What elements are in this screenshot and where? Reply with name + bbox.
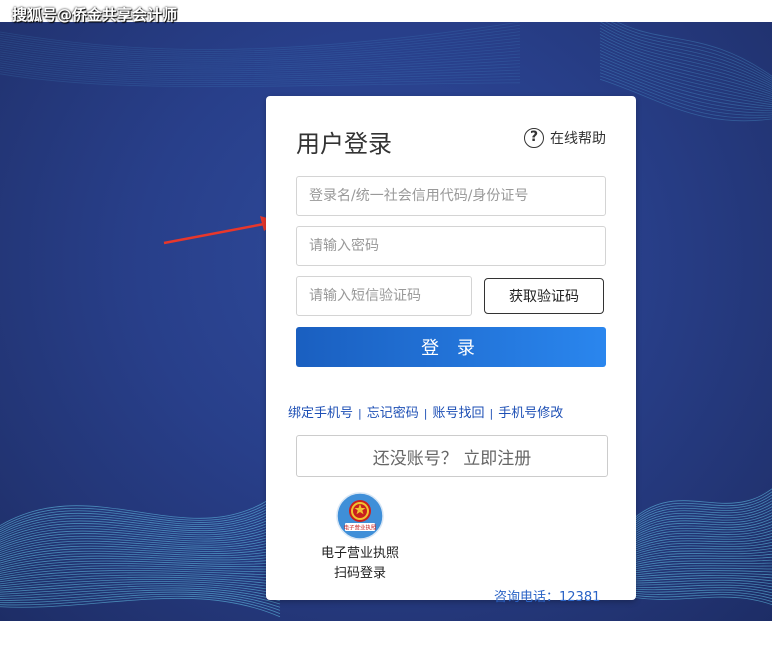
bind-phone-link[interactable]: 绑定手机号 (288, 406, 353, 421)
change-phone-link[interactable]: 手机号修改 (498, 406, 563, 421)
wave-line (0, 555, 281, 568)
account-links: 绑定手机号 | 忘记密码 | 账号找回 | 手机号修改 (288, 402, 563, 421)
question-circle-icon: ? (524, 128, 544, 148)
e-license-scan-login[interactable]: 电子营业执照 电子营业执照 扫码登录 (310, 492, 410, 584)
wave-line (619, 503, 772, 541)
page-title: 用户登录 (296, 130, 392, 158)
wave-line (616, 22, 772, 77)
scan-login-label: 扫码登录 (333, 566, 386, 581)
recover-account-link[interactable]: 账号找回 (432, 406, 484, 421)
password-input[interactable] (296, 226, 606, 266)
wave-line (619, 565, 772, 574)
login-button[interactable]: 登 录 (296, 327, 606, 367)
red-arrow-pointer-icon (163, 216, 278, 245)
wave-line (619, 594, 772, 606)
national-emblem-icon: 电子营业执照 (336, 492, 384, 540)
hotline-text: 咨询电话：12381 (494, 590, 601, 605)
watermark-text: 搜狐号@侨金共享会计师 (12, 6, 178, 24)
forgot-password-link[interactable]: 忘记密码 (367, 406, 419, 421)
wave-line (0, 558, 281, 570)
e-license-label: 电子营业执照 (320, 546, 399, 561)
wave-line (619, 592, 772, 603)
wave-line (619, 556, 772, 570)
login-card: 用户登录 ? 在线帮助 获取验证码 登 录 绑定手机号 | 忘记密码 | 账号找回 | 手机… (266, 96, 636, 605)
username-input[interactable] (296, 176, 606, 216)
online-help-label: 在线帮助 (550, 131, 606, 147)
wave-line (619, 494, 772, 536)
emblem-caption: 电子营业执照 (343, 523, 377, 531)
sms-code-input[interactable] (296, 276, 472, 316)
link-separator: | (489, 407, 494, 420)
bottom-strip (0, 621, 772, 649)
link-separator: | (358, 407, 362, 420)
online-help-link[interactable]: ? 在线帮助 (524, 128, 606, 148)
get-code-button[interactable]: 获取验证码 (484, 278, 604, 314)
register-button[interactable]: 还没账号？ 立即注册 (296, 435, 608, 477)
link-separator: | (423, 407, 428, 420)
